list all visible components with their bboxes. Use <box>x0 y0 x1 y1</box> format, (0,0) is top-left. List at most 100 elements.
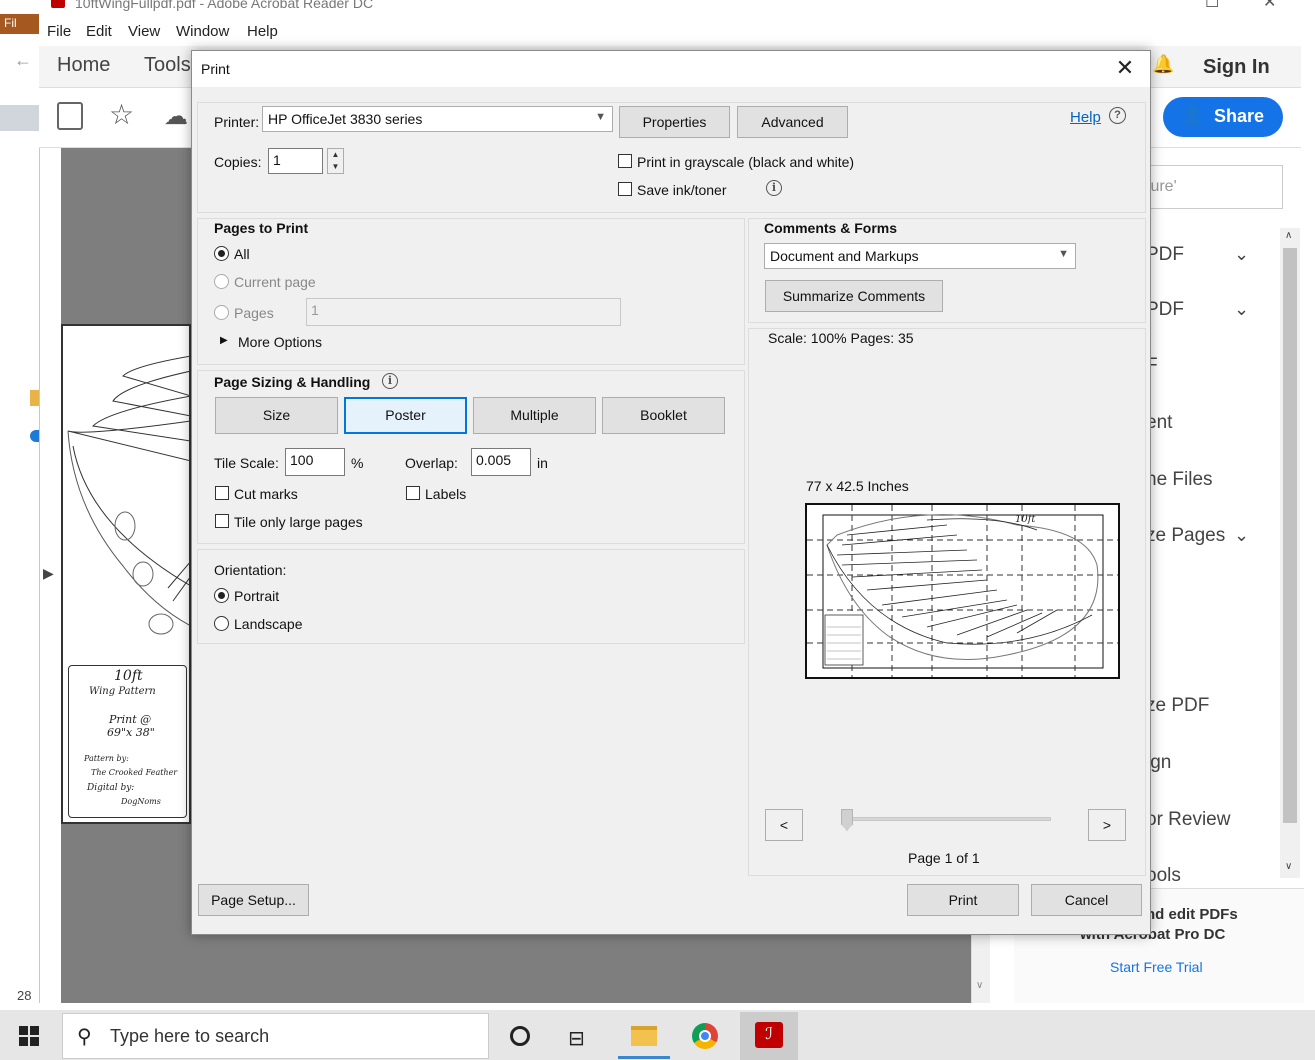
print-dialog: Print ✕ Printer: HP OfficeJet 3830 serie… <box>191 50 1151 935</box>
print-button[interactable]: Print <box>907 884 1019 916</box>
cortana-icon[interactable] <box>510 1026 530 1046</box>
stepper-up-icon[interactable]: ▲ <box>328 149 343 161</box>
taskbar-search-input[interactable]: ⚲ Type here to search <box>62 1013 489 1059</box>
back-arrow-icon[interactable]: ← <box>14 50 32 71</box>
preview-next-button[interactable]: > <box>1088 809 1126 841</box>
tile-scale-input[interactable]: 100 <box>285 448 345 476</box>
chrome-icon[interactable] <box>692 1023 718 1049</box>
preview-page-slider[interactable] <box>844 817 1051 821</box>
multiple-tab-button[interactable]: Multiple <box>473 397 596 434</box>
pages-all-radio[interactable] <box>214 246 229 261</box>
size-tab-button[interactable]: Size <box>215 397 338 434</box>
current-page-radio[interactable] <box>214 274 229 289</box>
advanced-button[interactable]: Advanced <box>737 106 848 138</box>
sign-in-link[interactable]: Sign In <box>1203 56 1270 79</box>
tool-item-9[interactable]: or Review <box>1146 809 1230 831</box>
overlap-label: Overlap: <box>405 455 458 471</box>
desktop-icon-cloud <box>30 430 39 442</box>
preview-tile-grid: 10ft <box>807 505 1118 677</box>
nav-tools[interactable]: Tools <box>144 54 191 77</box>
menu-view[interactable]: View <box>128 23 160 40</box>
booklet-tab-button[interactable]: Booklet <box>602 397 725 434</box>
share-button[interactable]: 👤 Share <box>1163 97 1283 137</box>
properties-button[interactable]: Properties <box>619 106 730 138</box>
scroll-down-arrow-icon[interactable]: ∨ <box>1285 861 1292 872</box>
acrobat-logo-icon <box>51 0 65 8</box>
pattern-label-print2: 69"x 38" <box>107 726 155 739</box>
page-setup-button[interactable]: Page Setup... <box>198 884 309 916</box>
summarize-comments-button[interactable]: Summarize Comments <box>765 280 943 312</box>
tools-pane-scrollbar[interactable]: ∧ ∨ <box>1280 228 1300 878</box>
pattern-label-credit1: Pattern by: <box>84 754 129 763</box>
scroll-up-arrow-icon[interactable]: ∧ <box>1285 230 1292 241</box>
printer-select[interactable]: HP OfficeJet 3830 series ▼ <box>262 106 613 132</box>
info-icon[interactable]: i <box>382 373 398 389</box>
menu-window[interactable]: Window <box>176 23 229 40</box>
bell-icon[interactable]: 🔔 <box>1152 54 1174 75</box>
stepper-down-icon[interactable]: ▼ <box>328 161 343 173</box>
help-link[interactable]: Help <box>1070 109 1101 126</box>
tool-item-2[interactable]: PDF <box>1146 299 1184 321</box>
overlap-input[interactable]: 0.005 <box>471 448 531 476</box>
preview-scale-text: Scale: 100% Pages: 35 <box>768 330 914 346</box>
bookmark-star-icon[interactable]: ☆ <box>109 98 134 131</box>
windows-start-icon[interactable] <box>19 1026 39 1046</box>
upload-cloud-icon[interactable]: ☁ <box>164 102 188 131</box>
chevron-down-icon[interactable]: ⌄ <box>1234 244 1249 265</box>
comments-forms-select[interactable]: Document and Markups ▼ <box>764 243 1076 269</box>
nav-home[interactable]: Home <box>57 54 110 77</box>
window-title: 10ftWingFullpdf.pdf - Adobe Acrobat Read… <box>75 0 374 11</box>
scroll-down-arrow-icon[interactable]: ∨ <box>976 980 983 991</box>
save-ink-checkbox[interactable] <box>618 182 632 196</box>
chevron-down-icon[interactable]: ⌄ <box>1234 525 1249 546</box>
task-view-icon[interactable]: ⊟ <box>568 1026 585 1051</box>
cut-marks-label: Cut marks <box>234 486 298 502</box>
scroll-thumb[interactable] <box>1283 248 1297 823</box>
expand-left-panel-icon[interactable]: ▶ <box>43 565 54 582</box>
more-options-toggle[interactable]: More Options <box>238 334 322 350</box>
pages-range-radio[interactable] <box>214 305 229 320</box>
labels-checkbox[interactable] <box>406 486 420 500</box>
info-icon[interactable]: i <box>766 180 782 196</box>
portrait-radio[interactable] <box>214 588 229 603</box>
copies-stepper[interactable]: ▲ ▼ <box>327 148 344 174</box>
close-icon[interactable]: ✕ <box>1112 57 1138 81</box>
cut-marks-checkbox[interactable] <box>215 486 229 500</box>
menu-help[interactable]: Help <box>247 23 278 40</box>
page-number-indicator: 28 <box>17 988 32 1003</box>
file-explorer-icon[interactable] <box>631 1026 657 1046</box>
help-question-icon[interactable]: ? <box>1109 107 1126 124</box>
tile-only-large-checkbox[interactable] <box>215 514 229 528</box>
save-icon[interactable] <box>57 102 83 130</box>
overlap-unit: in <box>537 455 548 471</box>
poster-tab-button[interactable]: Poster <box>344 397 467 434</box>
close-window-button[interactable]: ✕ <box>1263 0 1276 12</box>
maximize-window-button[interactable]: ☐ <box>1205 0 1219 12</box>
preview-prev-button[interactable]: < <box>765 809 803 841</box>
chevron-down-icon[interactable]: ⌄ <box>1234 299 1249 320</box>
tool-item-7[interactable]: ze PDF <box>1146 695 1209 717</box>
grayscale-checkbox[interactable] <box>618 154 632 168</box>
cancel-button[interactable]: Cancel <box>1031 884 1142 916</box>
copies-input[interactable]: 1 <box>268 148 323 174</box>
landscape-radio[interactable] <box>214 616 229 631</box>
tool-item-5[interactable]: ne Files <box>1146 469 1213 491</box>
tool-item-6[interactable]: ze Pages <box>1146 525 1225 547</box>
chevron-down-icon: ▼ <box>595 111 606 123</box>
tool-item-10[interactable]: ools <box>1146 865 1181 887</box>
pages-all-label: All <box>234 246 250 262</box>
window-title-bar: 10ftWingFullpdf.pdf - Adobe Acrobat Read… <box>39 0 1301 18</box>
tool-item-1[interactable]: PDF <box>1146 244 1184 266</box>
expand-triangle-icon[interactable]: ▶ <box>220 335 228 346</box>
printer-label: Printer: <box>214 114 260 130</box>
acrobat-taskbar-button[interactable]: ℐ <box>740 1012 798 1060</box>
pages-range-input[interactable]: 1 <box>306 298 621 326</box>
start-free-trial-link[interactable]: Start Free Trial <box>1110 959 1203 975</box>
printer-select-value: HP OfficeJet 3830 series <box>268 111 423 127</box>
menu-edit[interactable]: Edit <box>86 23 112 40</box>
grayscale-label: Print in grayscale (black and white) <box>637 154 855 170</box>
pages-range-label: Pages <box>234 305 274 321</box>
tile-scale-label: Tile Scale: <box>214 455 279 471</box>
taskbar-active-indicator <box>618 1056 670 1059</box>
menu-file[interactable]: File <box>47 23 71 40</box>
